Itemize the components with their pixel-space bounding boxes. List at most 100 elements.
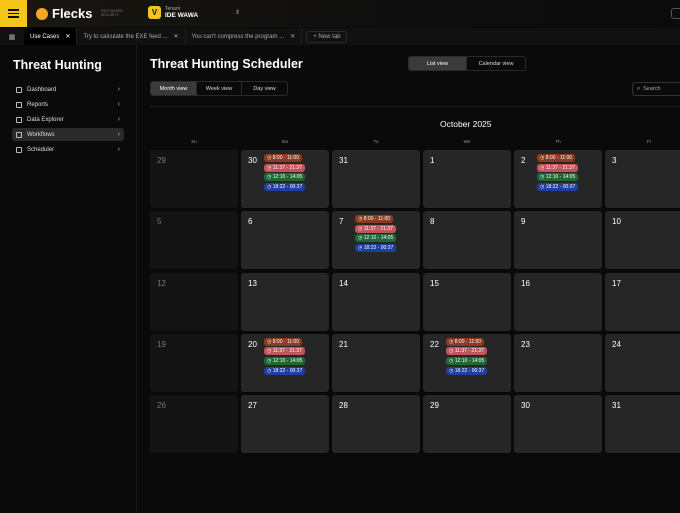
sidebar-item-reports[interactable]: Reports › — [12, 98, 124, 111]
sidebar-item-scheduler[interactable]: Scheduler › — [12, 143, 124, 156]
month-view-button[interactable]: Month view — [151, 82, 197, 95]
sidebar-item-dashboard[interactable]: Dashboard › — [12, 83, 124, 96]
event-list: ◷ 8:00 - 11:00 ◷ 11:37 - 21:37 ◷ 12:10 - 1… — [446, 337, 488, 375]
event-badge[interactable]: ◷ 18:22 - 00:37 — [264, 366, 306, 375]
calendar-day[interactable]: 24 — [605, 333, 680, 392]
calendar-day[interactable]: 21 — [332, 333, 420, 392]
chevron-right-icon: › — [117, 101, 120, 108]
data-explorer-icon — [16, 116, 22, 123]
search-icon: ⌕ — [637, 85, 641, 92]
calendar-day[interactable]: 23 — [514, 333, 602, 392]
chevron-right-icon: › — [117, 131, 120, 138]
calendar-day[interactable]: 16 — [514, 272, 602, 331]
calendar-day[interactable]: 8 — [423, 211, 511, 270]
sidebar: Threat Hunting Dashboard › Reports › Data Ex… — [0, 46, 137, 513]
list-view-button[interactable]: List view — [409, 57, 467, 70]
calendar-day[interactable]: 12 — [150, 272, 238, 331]
event-badge[interactable]: ◷ 12:10 - 14:05 — [537, 173, 579, 182]
calendar-view-button[interactable]: Calendar view — [467, 57, 525, 70]
close-icon[interactable]: ✕ — [174, 33, 179, 40]
event-badge[interactable]: ◷ 8:00 - 11:00 — [264, 337, 303, 346]
event-badge[interactable]: ◷ 8:00 - 11:00 — [446, 337, 485, 346]
menu-button[interactable] — [0, 0, 27, 27]
calendar-day[interactable]: 15 — [423, 272, 511, 331]
calendar-day[interactable]: 30 — [514, 395, 602, 454]
clock-icon: ◷ — [358, 235, 363, 242]
calendar-day[interactable]: 3 — [605, 150, 680, 208]
day-number: 8 — [430, 217, 435, 227]
event-badge[interactable]: ◷ 18:22 - 00:37 — [446, 366, 488, 375]
sidebar-item-data-explorer[interactable]: Data Explorer › — [12, 113, 124, 126]
new-tab-button[interactable]: + New tab — [306, 30, 348, 43]
tab-compress[interactable]: You can't compress the program ... ✕ — [186, 28, 303, 45]
day-number: 14 — [339, 278, 348, 288]
calendar-day[interactable]: 29 — [150, 150, 238, 208]
calendar-day[interactable]: 31 — [605, 395, 680, 454]
event-badge[interactable]: ◷ 8:00 - 11:00 — [537, 154, 576, 162]
week-view-button[interactable]: Week view — [197, 82, 242, 95]
event-list: ◷ 8:00 - 11:00 ◷ 11:37 - 21:37 ◷ 12:10 - 1… — [355, 215, 397, 253]
event-badge[interactable]: ◷ 11:37 - 21:37 — [537, 163, 578, 172]
tenant-selector[interactable]: V Tenant IDE WAWA — [148, 6, 198, 19]
day-view-button[interactable]: Day view — [242, 82, 287, 95]
clock-icon: ◷ — [540, 155, 545, 161]
day-number: 16 — [521, 278, 530, 288]
clock-icon: ◷ — [267, 164, 272, 171]
event-badge[interactable]: ◷ 11:37 - 21:37 — [264, 163, 305, 172]
calendar-day[interactable]: 29 — [423, 395, 511, 454]
calendar-day[interactable]: 31 — [332, 150, 420, 208]
day-number: 19 — [157, 339, 166, 349]
calendar-day[interactable]: 22 ◷ 8:00 - 11:00 ◷ 11:37 - 21:37 ◷ 12:10 -… — [423, 333, 511, 392]
event-badge[interactable]: ◷ 18:22 - 00:37 — [355, 244, 397, 253]
close-icon[interactable]: ✕ — [65, 33, 70, 40]
calendar-day[interactable]: 9 — [514, 211, 602, 270]
calendar-day[interactable]: 20 ◷ 8:00 - 11:00 ◷ 11:37 - 21:37 ◷ 12:10 -… — [241, 333, 329, 392]
event-badge[interactable]: ◷ 11:37 - 21:37 — [446, 347, 487, 356]
calendar-day[interactable]: 7 ◷ 8:00 - 11:00 ◷ 11:37 - 21:37 ◷ 12:10 - … — [332, 211, 420, 270]
tab-use-cases[interactable]: Use Cases ✕ — [24, 28, 78, 45]
calendar-day[interactable]: 6 — [241, 211, 329, 270]
calendar-day[interactable]: 13 — [241, 272, 329, 331]
clock-icon: ◷ — [449, 348, 454, 355]
event-badge[interactable]: ◷ 11:37 - 21:37 — [264, 347, 305, 356]
day-number: 10 — [612, 217, 621, 227]
day-number: 15 — [430, 278, 439, 288]
clock-icon: ◷ — [449, 338, 454, 345]
event-badge[interactable]: ◷ 18:22 - 00:37 — [264, 182, 306, 191]
event-badge[interactable]: ◷ 8:00 - 11:00 — [355, 215, 394, 224]
event-badge[interactable]: ◷ 8:00 - 11:00 — [264, 154, 303, 162]
notification-icon[interactable] — [671, 8, 680, 19]
calendar-day[interactable]: 30 ◷ 8:00 - 11:00 ◷ 11:37 - 21:37 ◷ 12:10 -… — [241, 150, 329, 208]
weekday-header: Th — [555, 139, 561, 144]
chevron-right-icon: › — [117, 86, 120, 93]
calendar-day[interactable]: 2 ◷ 8:00 - 11:00 ◷ 11:37 - 21:37 ◷ 12:10 - … — [514, 150, 602, 208]
event-badge[interactable]: ◷ 12:10 - 14:05 — [446, 357, 488, 366]
event-badge[interactable]: ◷ 12:10 - 14:05 — [355, 234, 397, 243]
event-time: 12:10 - 14:05 — [272, 174, 303, 181]
day-number: 9 — [521, 217, 526, 227]
weekday-header: Mo — [281, 139, 289, 144]
calendar-day[interactable]: 10 — [605, 211, 680, 270]
sidebar-item-workflows[interactable]: Workflows › — [12, 128, 124, 141]
calendar-day[interactable]: 1 — [423, 150, 511, 208]
calendar-day[interactable]: 5 — [150, 211, 238, 270]
tab-exe-feed[interactable]: Try to calculate the EXE feed ... ✕ — [77, 28, 186, 45]
clock-icon: ◷ — [267, 367, 272, 374]
clock-icon: ◷ — [540, 164, 545, 171]
grid-icon[interactable]: ▦ — [0, 33, 24, 41]
close-icon[interactable]: ✕ — [290, 33, 295, 40]
event-badge[interactable]: ◷ 11:37 - 21:37 — [355, 224, 396, 233]
calendar-day[interactable]: 14 — [332, 272, 420, 331]
chevron-updown-icon[interactable]: ⇕ — [235, 9, 240, 16]
calendar-day[interactable]: 26 — [150, 395, 238, 454]
tenant-name: IDE WAWA — [165, 12, 199, 19]
calendar-day[interactable]: 28 — [332, 395, 420, 454]
tenant-icon: V — [148, 6, 161, 19]
event-badge[interactable]: ◷ 12:10 - 14:05 — [264, 173, 306, 182]
search-input[interactable]: ⌕ Search — [632, 82, 680, 96]
calendar-day[interactable]: 17 — [605, 272, 680, 331]
calendar-day[interactable]: 19 — [150, 333, 238, 392]
calendar-day[interactable]: 27 — [241, 395, 329, 454]
event-badge[interactable]: ◷ 18:22 - 00:37 — [537, 182, 579, 191]
event-badge[interactable]: ◷ 12:10 - 14:05 — [264, 357, 306, 366]
